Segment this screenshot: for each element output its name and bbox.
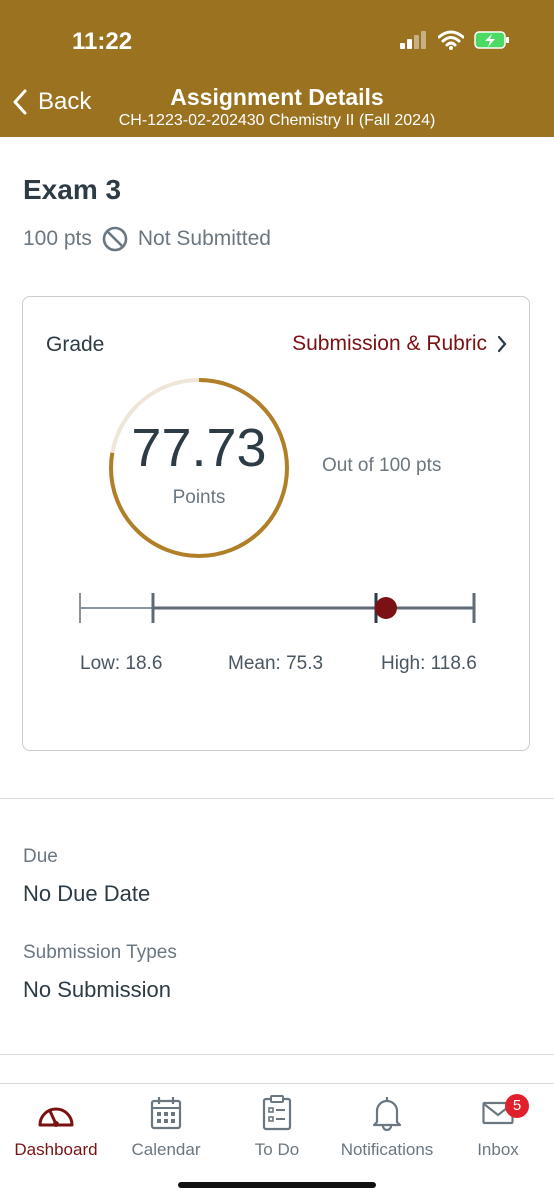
assignment-title: Exam 3 xyxy=(23,174,122,205)
status-icons xyxy=(400,30,510,50)
section-divider xyxy=(0,1054,554,1055)
due-label: Due xyxy=(23,846,58,867)
tab-inbox[interactable]: 5 Inbox xyxy=(443,1092,553,1160)
due-value: No Due Date xyxy=(23,881,151,906)
section-divider xyxy=(0,798,554,799)
calendar-icon xyxy=(150,1097,182,1130)
grade-card: Grade Submission & Rubric 77.73 Points O… xyxy=(22,296,530,751)
tab-dashboard[interactable]: Dashboard xyxy=(1,1092,111,1160)
tab-calendar-label: Calendar xyxy=(131,1140,201,1159)
stat-low: Low: 18.6 xyxy=(80,653,163,674)
tab-calendar[interactable]: Calendar xyxy=(111,1092,221,1160)
submission-rubric-label: Submission & Rubric xyxy=(292,332,487,355)
not-submitted-icon xyxy=(102,226,128,252)
page-title: Assignment Details xyxy=(170,84,384,110)
assignment-points: 100 pts xyxy=(23,227,92,250)
wifi-icon xyxy=(438,30,464,50)
stat-mean: Mean: 75.3 xyxy=(228,653,324,674)
tab-notifications[interactable]: Notifications xyxy=(332,1092,442,1160)
score-value: 77.73 xyxy=(131,418,267,478)
page-subtitle: CH-1223-02-202430 Chemistry II (Fall 202… xyxy=(118,112,436,129)
dist-your-score-marker xyxy=(375,597,397,619)
assignment-meta: 100 pts Not Submitted xyxy=(23,226,271,252)
out-of-points: Out of 100 pts xyxy=(322,455,442,476)
submission-types-label: Submission Types xyxy=(23,942,177,963)
dashboard-gauge-icon xyxy=(38,1107,74,1127)
tab-todo[interactable]: To Do xyxy=(222,1092,332,1160)
submission-rubric-link[interactable]: Submission & Rubric xyxy=(292,332,507,356)
bell-icon xyxy=(372,1097,402,1131)
app-header: 11:22 Back Assignment Details CH-1223-02… xyxy=(0,0,554,137)
tab-notifications-label: Notifications xyxy=(340,1140,434,1159)
inbox-unread-badge: 5 xyxy=(505,1094,529,1118)
score-distribution xyxy=(79,593,476,623)
battery-icon xyxy=(474,31,509,49)
score-unit: Points xyxy=(172,487,226,508)
clipboard-icon xyxy=(262,1095,292,1131)
grade-label: Grade xyxy=(46,333,105,356)
tab-dashboard-label: Dashboard xyxy=(14,1140,98,1159)
status-time: 11:22 xyxy=(72,28,133,55)
chevron-right-icon xyxy=(497,335,507,353)
stat-high: High: 118.6 xyxy=(381,653,477,674)
submission-types-value: No Submission xyxy=(23,977,171,1002)
home-indicator xyxy=(178,1182,376,1188)
tab-todo-label: To Do xyxy=(254,1140,300,1159)
tab-inbox-label: Inbox xyxy=(477,1140,519,1159)
signal-icon xyxy=(400,31,426,49)
submission-status: Not Submitted xyxy=(137,227,271,250)
